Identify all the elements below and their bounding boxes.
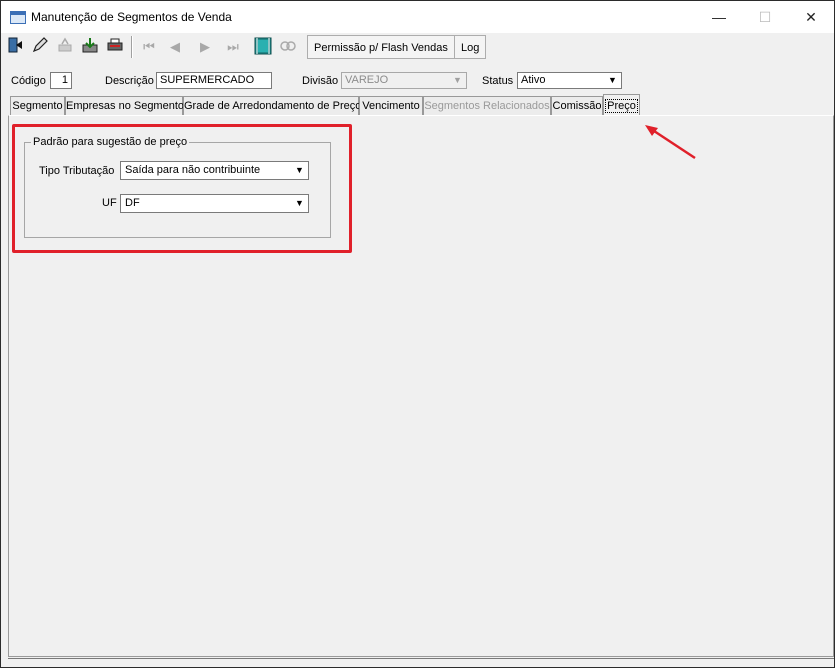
toolbar-separator xyxy=(131,36,133,58)
maximize-button[interactable]: ☐ xyxy=(742,1,788,33)
codigo-field[interactable]: 1 xyxy=(50,72,72,89)
tab-segmentos-relacionados: Segmentos Relacionados xyxy=(423,96,551,115)
search-icon xyxy=(277,36,299,58)
header-fields: Código 1 Descrição SUPERMERCADO Divisão … xyxy=(1,67,834,93)
status-value: Ativo xyxy=(521,74,546,86)
chevron-down-icon: ▼ xyxy=(453,75,462,85)
minimize-button[interactable]: — xyxy=(696,1,742,33)
panel-bottom-border xyxy=(8,658,834,659)
toolbar: ⏮ ◀ ▶ ⏭ Permissão p/ Flash Vendas Log xyxy=(1,33,834,63)
last-record-icon: ⏭ xyxy=(227,39,239,54)
tab-preco[interactable]: Preço xyxy=(603,94,640,115)
annotation-arrow-icon xyxy=(645,125,696,160)
save-icon[interactable] xyxy=(79,36,101,58)
descricao-label: Descrição xyxy=(105,75,154,87)
tab-grade-arredondamento[interactable]: Grade de Arredondamento de Preço xyxy=(183,96,361,115)
first-record-icon: ⏮ xyxy=(143,39,155,54)
codigo-label: Código xyxy=(11,75,46,87)
tab-comissao[interactable]: Comissão xyxy=(551,96,603,115)
tab-segmento[interactable]: Segmento xyxy=(10,96,65,115)
divisao-select: VAREJO ▼ xyxy=(341,72,467,89)
app-icon xyxy=(10,11,26,24)
divisao-value: VAREJO xyxy=(345,74,389,86)
close-button[interactable]: ✕ xyxy=(788,1,834,33)
log-button[interactable]: Log xyxy=(454,35,487,59)
main-window: Manutenção de Segmentos de Venda — ☐ ✕ ⏮… xyxy=(0,0,835,668)
tab-vencimento[interactable]: Vencimento xyxy=(359,96,423,115)
next-record-icon: ▶ xyxy=(200,39,210,54)
print-icon[interactable] xyxy=(104,36,126,58)
exit-icon[interactable] xyxy=(4,36,26,58)
highlight-box xyxy=(12,124,352,253)
flash-vendas-button[interactable]: Permissão p/ Flash Vendas xyxy=(307,35,455,59)
status-label: Status xyxy=(482,75,514,87)
previous-record-icon: ◀ xyxy=(170,39,180,54)
delete-icon xyxy=(54,36,76,58)
title-bar: Manutenção de Segmentos de Venda — ☐ ✕ xyxy=(1,1,834,33)
descricao-field[interactable]: SUPERMERCADO xyxy=(156,72,272,89)
window-title: Manutenção de Segmentos de Venda xyxy=(31,10,232,24)
divisao-label: Divisão xyxy=(302,75,339,87)
chevron-down-icon[interactable]: ▼ xyxy=(605,74,620,87)
tab-preco-label: Preço xyxy=(605,99,638,113)
status-select[interactable]: Ativo ▼ xyxy=(517,72,622,89)
edit-icon[interactable] xyxy=(29,36,51,58)
grid-icon[interactable] xyxy=(252,36,274,58)
tab-empresas-no-segmento[interactable]: Empresas no Segmento xyxy=(65,96,184,115)
